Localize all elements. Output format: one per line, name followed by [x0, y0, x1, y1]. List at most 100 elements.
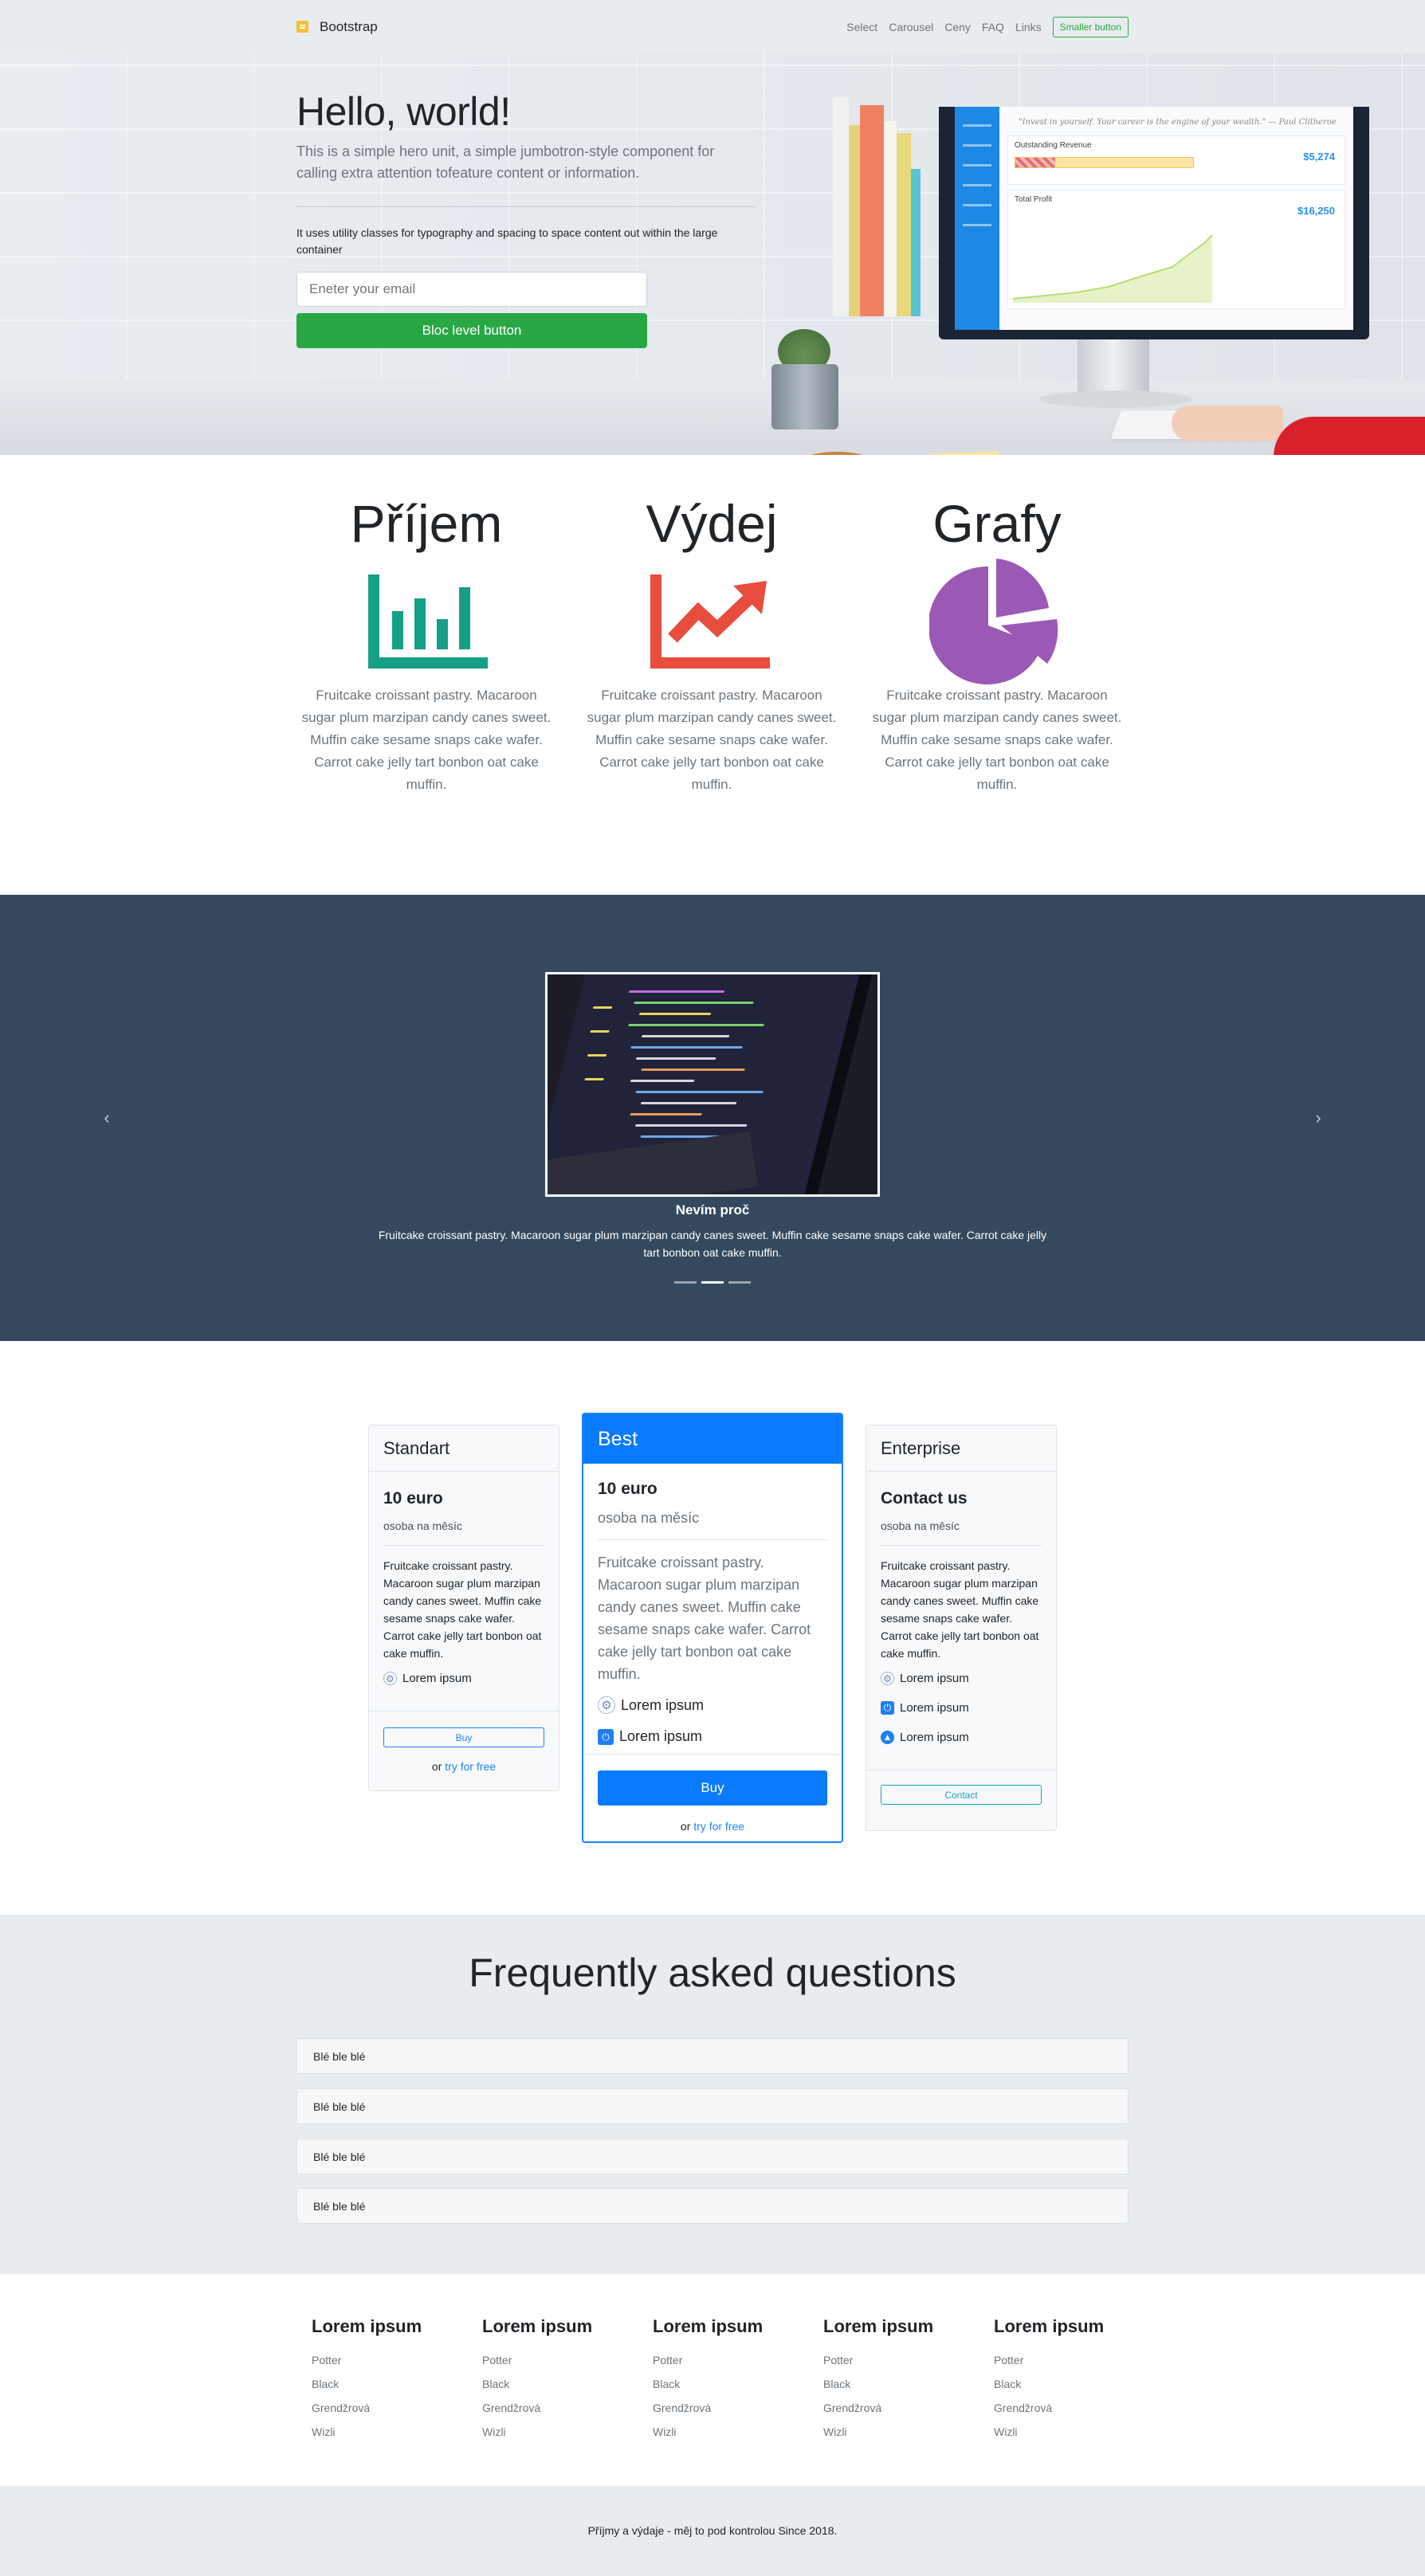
chevron-left-icon: ‹	[104, 1108, 109, 1127]
footer-link[interactable]: Black	[994, 2378, 1104, 2390]
footer-link[interactable]: Wizli	[823, 2425, 933, 2438]
pricing-feature: ⏻ Lorem ipsum	[598, 1728, 827, 1745]
footer-link[interactable]: Potter	[653, 2354, 763, 2366]
carousel-caption: Nevím proč Fruitcake croissant pastry. M…	[0, 1202, 1425, 1261]
footer-link[interactable]: Black	[823, 2378, 933, 2390]
red-sleeve-image	[1274, 417, 1425, 455]
faq-item[interactable]: Blé ble blé	[296, 2139, 1129, 2174]
footer-link[interactable]: Black	[482, 2378, 592, 2390]
block-level-button[interactable]: Bloc level button	[296, 313, 647, 348]
chevron-right-icon: ›	[1315, 1108, 1321, 1127]
pricing-feature: ⚙ Lorem ipsum	[598, 1696, 827, 1714]
carousel-slide-image	[545, 972, 880, 1197]
buy-button[interactable]: Buy	[383, 1727, 544, 1747]
gear-icon: ⚙	[598, 1696, 615, 1714]
footer-column: Lorem ipsum Potter Black Grendžrová Wizl…	[482, 2316, 592, 2438]
carousel-indicators	[674, 1281, 751, 1284]
nav-links: Select Carousel Ceny FAQ Links Smaller b…	[846, 17, 1129, 37]
footer-link[interactable]: Grendžrová	[653, 2402, 763, 2414]
gear-icon: ⚙	[383, 1672, 397, 1685]
footer-link[interactable]: Black	[312, 2378, 422, 2390]
try-for-free-text: or try for free	[598, 1820, 827, 1833]
feature-title: Příjem	[293, 493, 559, 554]
pricing-description: Fruitcake croissant pastry. Macaroon sug…	[881, 1557, 1042, 1662]
bar-chart-icon	[362, 574, 489, 670]
monitor-profit-card: Total Profit $16,250	[1007, 190, 1345, 309]
footer-column-title: Lorem ipsum	[653, 2316, 763, 2337]
faq-item[interactable]: Blé ble blé	[296, 2188, 1129, 2224]
monitor-revenue-card: Outstanding Revenue $5,274	[1007, 135, 1345, 185]
footer-link[interactable]: Wizli	[994, 2425, 1104, 2438]
footer-link[interactable]: Potter	[823, 2354, 933, 2366]
monitor-stand	[1078, 339, 1149, 398]
feature-text: Fruitcake croissant pastry. Macaroon sug…	[579, 684, 845, 796]
carousel: ‹ Nevím proč Fruitcake croissant pastry	[0, 895, 1425, 1341]
carousel-indicator[interactable]	[728, 1281, 751, 1284]
pricing-card-best: Best 10 euro osoba na měsíc Fruitcake cr…	[582, 1413, 843, 1843]
contact-button[interactable]: Contact	[881, 1785, 1042, 1805]
footer-link[interactable]: Potter	[482, 2354, 592, 2366]
hero-divider	[296, 206, 756, 207]
pricing-price: 10 euro	[598, 1480, 827, 1499]
try-for-free-text: or try for free	[383, 1760, 544, 1773]
footer-link[interactable]: Wizli	[312, 2425, 422, 2438]
footer-link[interactable]: Grendžrová	[994, 2402, 1104, 2414]
footer-link[interactable]: Wizli	[653, 2425, 763, 2438]
monitor-quote: "Invest in yourself. Your career is the …	[1019, 118, 1337, 127]
pricing-period: osoba na měsíc	[598, 1510, 827, 1540]
brand-link[interactable]: Bootstrap	[296, 19, 378, 35]
carousel-caption-text: Fruitcake croissant pastry. Macaroon sug…	[370, 1226, 1055, 1261]
user-icon: ▲	[881, 1731, 894, 1744]
nav-link-carousel[interactable]: Carousel	[889, 21, 933, 33]
pricing-description: Fruitcake croissant pastry. Macaroon sug…	[598, 1551, 827, 1685]
power-icon: ⏻	[881, 1701, 894, 1715]
pie-chart-icon	[929, 559, 1065, 686]
footer-link[interactable]: Potter	[312, 2354, 422, 2366]
footer-link[interactable]: Grendžrová	[482, 2402, 592, 2414]
brand-name: Bootstrap	[320, 19, 378, 35]
carousel-indicator-active[interactable]	[701, 1281, 724, 1284]
footer-link[interactable]: Wizli	[482, 2425, 592, 2438]
pricing-period: osoba na měsíc	[383, 1519, 544, 1546]
faq-section: Frequently asked questions Blé ble blé B…	[0, 1915, 1425, 2274]
carousel-prev-button[interactable]: ‹	[97, 1108, 116, 1127]
gear-icon: ⚙	[881, 1672, 894, 1685]
hand-image	[1172, 406, 1283, 441]
carousel-caption-title: Nevím proč	[0, 1202, 1425, 1218]
try-for-free-link[interactable]: try for free	[693, 1820, 744, 1833]
email-input[interactable]	[296, 272, 647, 307]
pricing-price: Contact us	[881, 1489, 1042, 1508]
pricing-period: osoba na měsíc	[881, 1519, 1042, 1546]
buy-button[interactable]: Buy	[598, 1770, 827, 1806]
footer-link[interactable]: Grendžrová	[312, 2402, 422, 2414]
footer-link[interactable]: Black	[653, 2378, 763, 2390]
pricing-description: Fruitcake croissant pastry. Macaroon sug…	[383, 1557, 544, 1662]
faq-item[interactable]: Blé ble blé	[296, 2088, 1129, 2124]
nav-link-links[interactable]: Links	[1015, 21, 1042, 33]
pricing-feature: ⏻ Lorem ipsum	[881, 1701, 1042, 1715]
carousel-indicator[interactable]	[674, 1281, 697, 1284]
footer-column-title: Lorem ipsum	[994, 2316, 1104, 2337]
bootstrap-logo-icon	[296, 21, 308, 33]
smaller-button[interactable]: Smaller button	[1053, 17, 1129, 37]
footer-link[interactable]: Grendžrová	[823, 2402, 933, 2414]
footer-links: Lorem ipsum Potter Black Grendžrová Wizl…	[0, 2274, 1425, 2486]
nav-link-faq[interactable]: FAQ	[982, 21, 1004, 33]
features-section: Příjem Fruitcake croissant pastry. Macar…	[0, 455, 1425, 895]
try-for-free-link[interactable]: try for free	[445, 1760, 496, 1773]
carousel-next-button[interactable]: ›	[1309, 1108, 1328, 1127]
footer-link[interactable]: Potter	[994, 2354, 1104, 2366]
feature-text: Fruitcake croissant pastry. Macaroon sug…	[864, 684, 1130, 796]
hero-jumbotron: "Invest in yourself. Your career is the …	[0, 53, 1425, 455]
footer-column-title: Lorem ipsum	[482, 2316, 592, 2337]
nav-link-select[interactable]: Select	[846, 21, 877, 33]
pricing-price: 10 euro	[383, 1489, 544, 1508]
footer-copyright: Příjmy a výdaje - měj to pod kontrolou S…	[0, 2486, 1425, 2576]
footer-column: Lorem ipsum Potter Black Grendžrová Wizl…	[653, 2316, 763, 2438]
faq-item[interactable]: Blé ble blé	[296, 2038, 1129, 2074]
nav-link-ceny[interactable]: Ceny	[944, 21, 971, 33]
footer-column-title: Lorem ipsum	[823, 2316, 933, 2337]
footer-column: Lorem ipsum Potter Black Grendžrová Wizl…	[823, 2316, 933, 2438]
power-icon: ⏻	[598, 1729, 614, 1745]
pricing-feature: ▲ Lorem ipsum	[881, 1731, 1042, 1744]
